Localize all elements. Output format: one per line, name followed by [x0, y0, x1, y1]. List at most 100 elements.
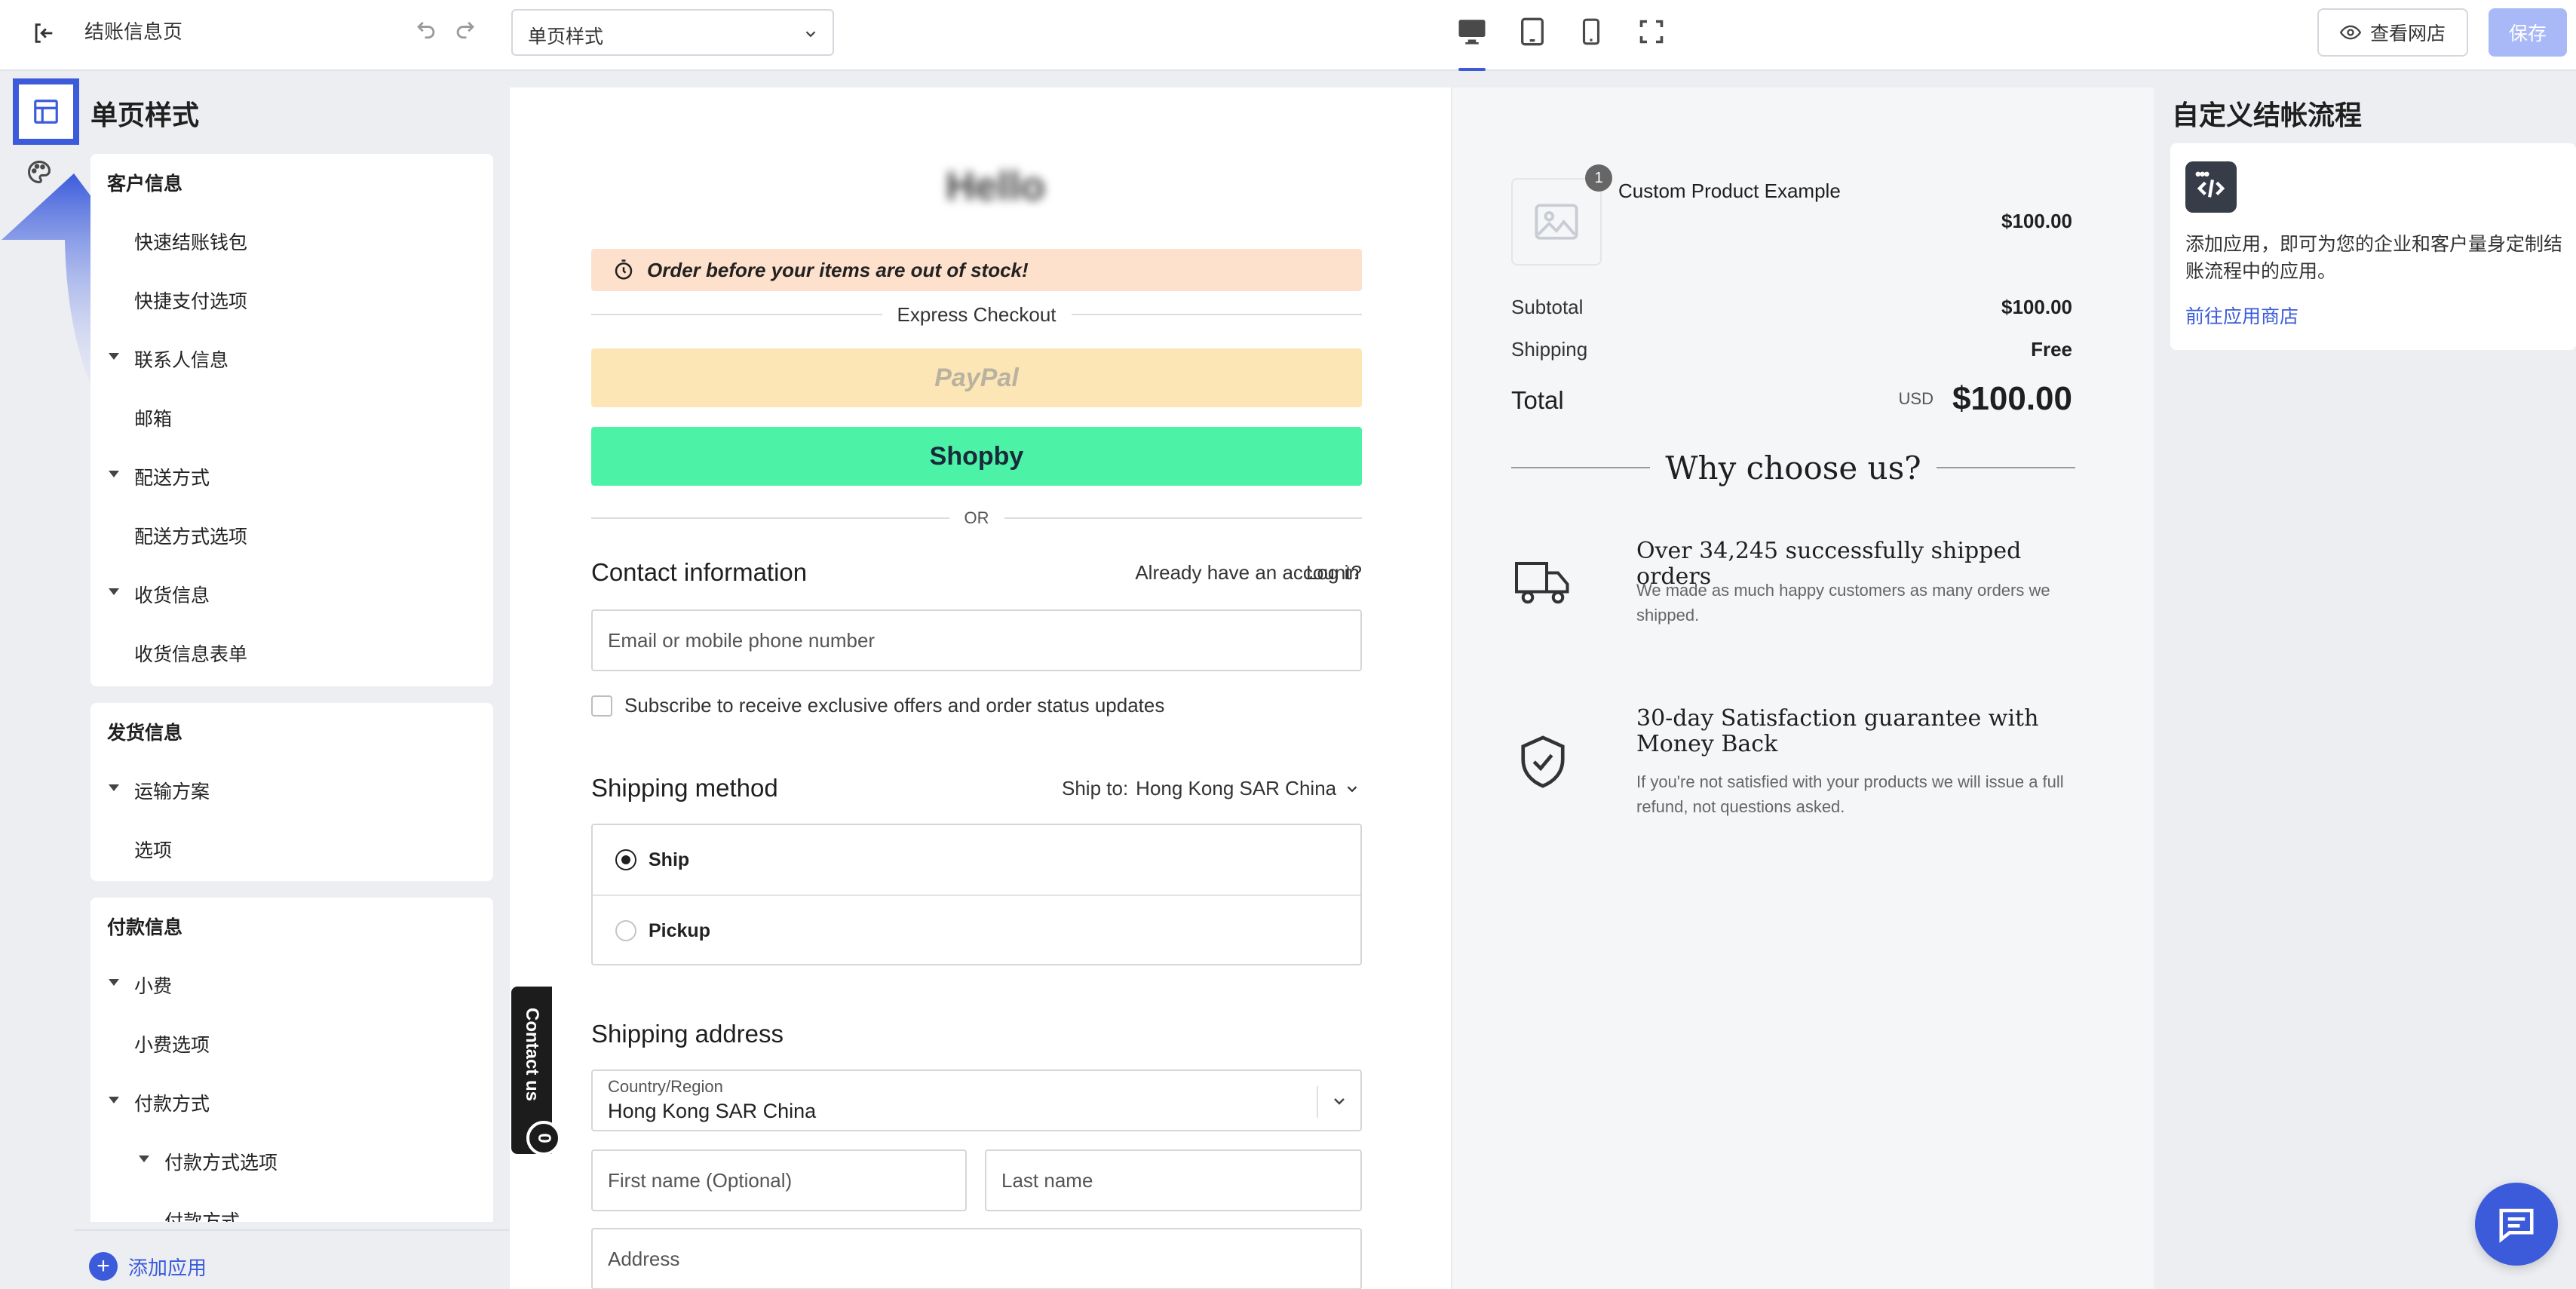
subtotal-value: $100.00	[2001, 296, 2072, 318]
radio-pickup[interactable]	[615, 920, 636, 941]
total-currency: USD	[1898, 389, 1934, 408]
caret-down-icon[interactable]	[109, 588, 119, 595]
group-heading[interactable]: 付款信息	[107, 913, 182, 940]
template-select[interactable]: 单页样式	[511, 9, 834, 56]
product-name: Custom Product Example	[1618, 180, 1841, 202]
express-checkout-label: Express Checkout	[897, 302, 1056, 326]
section-tree: 客户信息 快速结账钱包 快捷支付选项 联系人信息 邮箱 配送方式 配送方式选项 …	[74, 143, 510, 1222]
country-value: Hong Kong SAR China	[608, 1100, 817, 1122]
stock-banner-text: Order before your items are out of stock…	[647, 258, 1029, 281]
order-summary: 1 Custom Product Example $100.00 Subtota…	[1451, 87, 2154, 1289]
express-checkout-divider: Express Checkout	[591, 302, 1363, 326]
tree-item[interactable]: 快捷支付选项	[134, 287, 247, 314]
desktop-view-icon[interactable]	[1454, 14, 1490, 50]
section-group-shipping: 发货信息 运输方案 选项	[90, 703, 493, 881]
ship-to-label: Ship to:	[1062, 777, 1129, 799]
why-choose-us-title: Why choose us?	[1665, 449, 1921, 486]
caret-down-icon[interactable]	[139, 1155, 149, 1162]
option-pickup-label[interactable]: Pickup	[649, 920, 710, 942]
shield-check-icon	[1511, 730, 1575, 793]
caret-down-icon[interactable]	[109, 353, 119, 360]
top-bar: 结账信息页 单页样式 查看网店 保存	[0, 0, 2576, 71]
tree-item[interactable]: 付款方式	[164, 1207, 240, 1222]
or-label: OR	[964, 508, 989, 527]
first-name-field[interactable]: First name (Optional)	[591, 1149, 967, 1211]
tree-item[interactable]: 付款方式	[134, 1089, 210, 1116]
caret-down-icon[interactable]	[109, 784, 119, 791]
total-label: Total	[1511, 386, 1564, 414]
active-view-indicator	[1458, 68, 1486, 71]
undo-icon[interactable]	[413, 15, 443, 45]
fullscreen-icon[interactable]	[1633, 14, 1670, 50]
tree-item[interactable]: 付款方式选项	[164, 1148, 278, 1175]
view-store-button[interactable]: 查看网店	[2317, 8, 2468, 57]
plus-icon: +	[89, 1252, 118, 1281]
app-store-link[interactable]: 前往应用商店	[2185, 302, 2298, 329]
email-field[interactable]: Email or mobile phone number	[591, 609, 1362, 671]
contact-us-label: Contact us	[522, 1008, 542, 1102]
chat-button[interactable]	[2475, 1183, 2558, 1266]
redo-icon[interactable]	[452, 15, 483, 45]
tree-item[interactable]: 收货信息表单	[134, 640, 247, 667]
paypal-button[interactable]: PayPal	[591, 348, 1362, 407]
tree-item[interactable]: 小费选项	[134, 1030, 210, 1057]
group-heading[interactable]: 发货信息	[107, 718, 182, 745]
last-name-placeholder: Last name	[1001, 1169, 1093, 1192]
checkbox-box[interactable]	[591, 695, 612, 717]
ship-to-selector[interactable]: Ship to: Hong Kong SAR China	[1062, 777, 1360, 800]
mobile-view-icon[interactable]	[1573, 14, 1609, 50]
layout-icon	[34, 100, 58, 124]
subscribe-checkbox[interactable]: Subscribe to receive exclusive offers an…	[591, 694, 1164, 717]
section-group-customer: 客户信息 快速结账钱包 快捷支付选项 联系人信息 邮箱 配送方式 配送方式选项 …	[90, 154, 493, 686]
tree-item[interactable]: 小费	[134, 971, 172, 999]
option-ship-label[interactable]: Ship	[649, 849, 689, 871]
section-group-payment: 付款信息 小费 小费选项 付款方式 付款方式选项 付款方式	[90, 898, 493, 1222]
tablet-view-icon[interactable]	[1514, 14, 1550, 50]
email-placeholder: Email or mobile phone number	[608, 629, 876, 652]
app-promo-card: 添加应用，即可为您的企业和客户量身定制结账流程中的应用。 前往应用商店	[2170, 143, 2576, 350]
tree-item[interactable]: 快速结账钱包	[134, 228, 247, 255]
save-button[interactable]: 保存	[2489, 8, 2567, 57]
radio-ship[interactable]	[615, 849, 636, 870]
address-field[interactable]: Address	[591, 1228, 1362, 1289]
tree-item[interactable]: 联系人信息	[134, 345, 228, 373]
add-app-button[interactable]: + 添加应用	[89, 1252, 207, 1281]
tree-item[interactable]: 配送方式	[134, 463, 210, 490]
tree-item[interactable]: 运输方案	[134, 777, 210, 804]
or-divider: OR	[591, 507, 1362, 529]
tree-item[interactable]: 选项	[134, 836, 172, 863]
caret-down-icon[interactable]	[109, 1097, 119, 1103]
stock-banner: Order before your items are out of stock…	[591, 249, 1362, 291]
caret-down-icon[interactable]	[109, 471, 119, 477]
chat-icon	[2499, 1208, 2534, 1243]
app-promo-desc: 添加应用，即可为您的企业和客户量身定制结账流程中的应用。	[2185, 234, 2563, 282]
group-heading[interactable]: 客户信息	[107, 169, 182, 196]
chevron-down-icon	[1347, 785, 1357, 792]
address-placeholder: Address	[608, 1248, 680, 1270]
tree-item[interactable]: 配送方式选项	[134, 522, 247, 549]
checkout-preview: Hello Order before your items are out of…	[510, 87, 2154, 1289]
country-select[interactable]: Country/Region Hong Kong SAR China	[591, 1070, 1362, 1131]
timer-icon	[615, 259, 633, 280]
country-label: Country/Region	[608, 1077, 723, 1096]
exit-icon[interactable]	[27, 17, 60, 50]
shopby-button[interactable]: Shopby	[591, 427, 1362, 486]
login-link[interactable]: Log in	[1306, 561, 1360, 585]
image-placeholder-icon	[1535, 204, 1578, 240]
shipping-address-title: Shipping address	[591, 1020, 784, 1048]
caret-down-icon[interactable]	[109, 979, 119, 986]
tree-item[interactable]: 收货信息	[134, 581, 210, 608]
store-logo: Hello	[945, 164, 1046, 209]
last-name-field[interactable]: Last name	[985, 1149, 1362, 1211]
shipping-method-title: Shipping method	[591, 774, 778, 802]
page-name: 结账信息页	[84, 20, 183, 43]
sections-tab[interactable]	[13, 78, 79, 145]
tree-item[interactable]: 邮箱	[134, 404, 172, 431]
chevron-down-icon	[1334, 1098, 1345, 1105]
contact-title: Contact information	[591, 558, 808, 586]
product-price: $100.00	[2001, 210, 2072, 232]
contact-us-tab[interactable]: Contact us 0	[511, 987, 561, 1155]
shipping-value: Free	[2031, 338, 2072, 361]
feature-title: 30-day Satisfaction guarantee with Money…	[1636, 705, 2039, 757]
contact-badge: 0	[526, 1121, 561, 1155]
